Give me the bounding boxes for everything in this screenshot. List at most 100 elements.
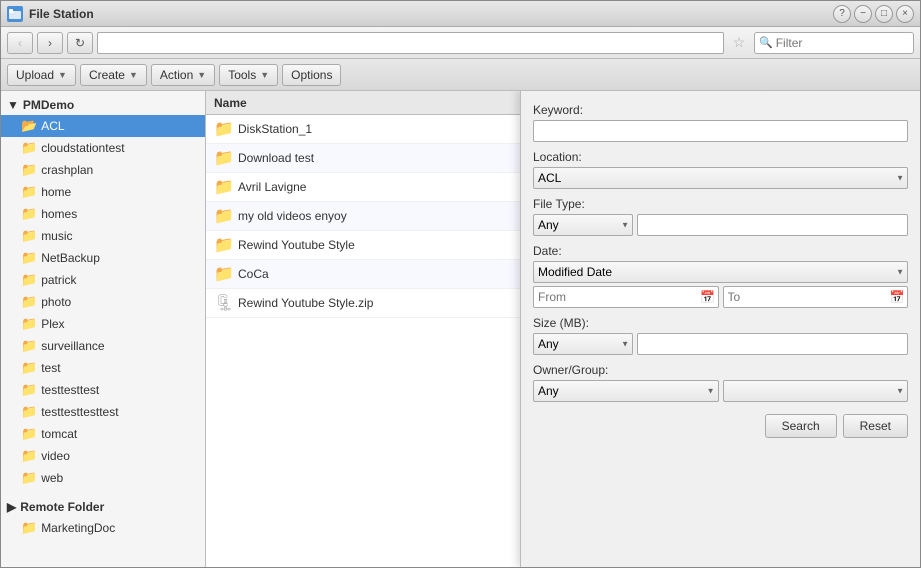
keyword-label: Keyword: bbox=[533, 103, 908, 117]
maximize-button[interactable]: □ bbox=[875, 5, 893, 23]
sidebar-item-label: homes bbox=[41, 207, 77, 221]
remote-arrow-icon: ▶ bbox=[7, 500, 16, 514]
remote-group-label: Remote Folder bbox=[20, 500, 104, 514]
location-select[interactable]: ACL bbox=[533, 167, 908, 189]
date-to-calendar-button[interactable]: 📅 bbox=[888, 288, 906, 306]
refresh-button[interactable]: ↻ bbox=[67, 32, 93, 54]
sidebar-item-web[interactable]: 📁 web bbox=[1, 467, 205, 489]
sidebar-item-label: crashplan bbox=[41, 163, 93, 177]
minimize-button[interactable]: − bbox=[854, 5, 872, 23]
pmdemo-group-header[interactable]: ▼ PMDemo bbox=[1, 95, 205, 115]
folder-open-icon: 📂 bbox=[21, 118, 37, 134]
sidebar-item-label: ACL bbox=[41, 119, 64, 133]
sidebar-item-crashplan[interactable]: 📁 crashplan bbox=[1, 159, 205, 181]
pmdemo-section: ▼ PMDemo 📂 ACL 📁 cloudstationtest 📁 cras… bbox=[1, 91, 205, 493]
tools-button[interactable]: Tools ▼ bbox=[219, 64, 278, 86]
folder-icon: 📁 bbox=[21, 470, 37, 486]
star-icon: ☆ bbox=[733, 34, 746, 51]
date-from-input[interactable] bbox=[533, 286, 719, 308]
back-icon: ‹ bbox=[18, 36, 22, 50]
sidebar-item-label: patrick bbox=[41, 273, 76, 287]
sidebar-item-label: testtesttesttest bbox=[41, 405, 118, 419]
folder-icon: 📁 bbox=[214, 177, 232, 197]
sidebar-item-marketingdoc[interactable]: 📁 MarketingDoc bbox=[1, 517, 205, 539]
sidebar-item-label: video bbox=[41, 449, 70, 463]
size-select[interactable]: Any Less than Greater than Between bbox=[533, 333, 633, 355]
date-to-input[interactable] bbox=[723, 286, 909, 308]
search-panel: Keyword: Location: ACL File Type: bbox=[520, 91, 920, 567]
options-label: Options bbox=[291, 68, 332, 82]
sidebar-item-label: NetBackup bbox=[41, 251, 100, 265]
folder-icon: 📁 bbox=[214, 148, 232, 168]
sidebar-item-tomcat[interactable]: 📁 tomcat bbox=[1, 423, 205, 445]
date-from-calendar-button[interactable]: 📅 bbox=[699, 288, 717, 306]
filter-input[interactable] bbox=[776, 36, 896, 50]
sidebar-item-acl[interactable]: 📂 ACL bbox=[1, 115, 205, 137]
tools-label: Tools bbox=[228, 68, 256, 82]
pmdemo-label: PMDemo bbox=[23, 98, 74, 112]
date-group: Date: Modified Date Created Date Last Ac… bbox=[533, 244, 908, 308]
sidebar-item-cloudstationtest[interactable]: 📁 cloudstationtest bbox=[1, 137, 205, 159]
filetype-row: Any Video Audio Photo Document bbox=[533, 214, 908, 236]
sidebar-item-video[interactable]: 📁 video bbox=[1, 445, 205, 467]
forward-button[interactable]: › bbox=[37, 32, 63, 54]
keyword-input[interactable] bbox=[533, 120, 908, 142]
upload-button[interactable]: Upload ▼ bbox=[7, 64, 76, 86]
date-select[interactable]: Modified Date Created Date Last Access D… bbox=[533, 261, 908, 283]
options-button[interactable]: Options bbox=[282, 64, 341, 86]
create-arrow-icon: ▼ bbox=[129, 70, 138, 80]
location-group: Location: ACL bbox=[533, 150, 908, 189]
sidebar-item-homes[interactable]: 📁 homes bbox=[1, 203, 205, 225]
reset-button[interactable]: Reset bbox=[843, 414, 908, 438]
location-label: Location: bbox=[533, 150, 908, 164]
create-button[interactable]: Create ▼ bbox=[80, 64, 147, 86]
zip-icon: 🗜 bbox=[214, 293, 232, 313]
search-button[interactable]: Search bbox=[765, 414, 837, 438]
date-label: Date: bbox=[533, 244, 908, 258]
date-select-wrapper: Modified Date Created Date Last Access D… bbox=[533, 261, 908, 283]
action-button[interactable]: Action ▼ bbox=[151, 64, 215, 86]
sidebar-item-testtesttest[interactable]: 📁 testtesttest bbox=[1, 379, 205, 401]
sidebar-item-photo[interactable]: 📁 photo bbox=[1, 291, 205, 313]
file-name: Rewind Youtube Style.zip bbox=[238, 296, 373, 310]
filetype-ext-input[interactable] bbox=[637, 214, 908, 236]
sidebar-item-test[interactable]: 📁 test bbox=[1, 357, 205, 379]
size-label: Size (MB): bbox=[533, 316, 908, 330]
help-button[interactable]: ? bbox=[833, 5, 851, 23]
sidebar-item-home[interactable]: 📁 home bbox=[1, 181, 205, 203]
search-btn-row: Search Reset bbox=[533, 414, 908, 438]
filter-bar: 🔍 bbox=[754, 32, 914, 54]
size-value-input[interactable] bbox=[637, 333, 908, 355]
folder-icon: 📁 bbox=[214, 206, 232, 226]
owner-select[interactable]: Any User Group bbox=[533, 380, 719, 402]
size-select-wrapper: Any Less than Greater than Between bbox=[533, 333, 633, 355]
second-owner-select[interactable] bbox=[723, 380, 909, 402]
pmdemo-arrow-icon: ▼ bbox=[7, 98, 19, 112]
sidebar-item-plex[interactable]: 📁 Plex bbox=[1, 313, 205, 335]
filetype-select[interactable]: Any Video Audio Photo Document bbox=[533, 214, 633, 236]
file-name: my old videos enyoy bbox=[238, 209, 347, 223]
size-group: Size (MB): Any Less than Greater than Be… bbox=[533, 316, 908, 355]
sidebar-item-label: testtesttest bbox=[41, 383, 99, 397]
sidebar-item-label: music bbox=[41, 229, 72, 243]
close-button[interactable]: × bbox=[896, 5, 914, 23]
folder-icon: 📁 bbox=[21, 382, 37, 398]
sidebar-item-testtesttesttest[interactable]: 📁 testtesttesttest bbox=[1, 401, 205, 423]
folder-icon: 📁 bbox=[21, 162, 37, 178]
folder-icon: 📁 bbox=[214, 264, 232, 284]
back-button[interactable]: ‹ bbox=[7, 32, 33, 54]
folder-icon: 📁 bbox=[21, 426, 37, 442]
sidebar-item-music[interactable]: 📁 music bbox=[1, 225, 205, 247]
filetype-select-wrapper: Any Video Audio Photo Document bbox=[533, 214, 633, 236]
sidebar-item-patrick[interactable]: 📁 patrick bbox=[1, 269, 205, 291]
sidebar-item-netbackup[interactable]: 📁 NetBackup bbox=[1, 247, 205, 269]
action-bar: Upload ▼ Create ▼ Action ▼ Tools ▼ Optio… bbox=[1, 59, 920, 91]
sidebar-item-label: photo bbox=[41, 295, 71, 309]
owner-select-wrapper: Any User Group bbox=[533, 380, 719, 402]
remote-group-header[interactable]: ▶ Remote Folder bbox=[1, 497, 205, 517]
file-name: Avril Lavigne bbox=[238, 180, 306, 194]
address-bar[interactable]: ACL bbox=[97, 32, 724, 54]
sidebar-item-surveillance[interactable]: 📁 surveillance bbox=[1, 335, 205, 357]
bookmark-button[interactable]: ☆ bbox=[728, 32, 750, 54]
sidebar-item-label: test bbox=[41, 361, 60, 375]
